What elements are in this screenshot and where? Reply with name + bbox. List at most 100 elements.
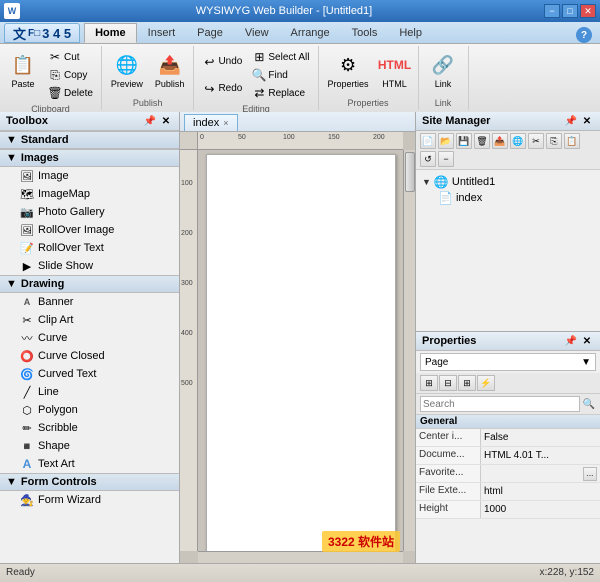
properties-group-label: Properties <box>348 96 389 108</box>
sm-btn-delete[interactable]: 🗑 <box>474 133 490 149</box>
toolbox-item-curve[interactable]: 〰 Curve <box>0 329 179 347</box>
properties-close-icon[interactable]: ✕ <box>580 334 594 348</box>
sm-btn-paste[interactable]: 📋 <box>564 133 580 149</box>
sm-btn-preview[interactable]: 🌐 <box>510 133 526 149</box>
publish-button[interactable]: 📤 Publish <box>150 48 190 93</box>
toolbox-item-form-wizard[interactable]: 🧙 Form Wizard <box>0 491 179 509</box>
props-tb-btn3[interactable]: ⊞ <box>458 375 476 391</box>
canvas-page[interactable] <box>206 154 396 551</box>
toolbox-item-line[interactable]: ╱ Line <box>0 383 179 401</box>
html-button[interactable]: HTML HTML <box>376 48 414 93</box>
toolbox-item-rollover-image[interactable]: 🖼 RollOver Image <box>0 221 179 239</box>
site-tree: ▼ 🌐 Untitled1 📄 index <box>416 170 600 331</box>
sm-btn-open[interactable]: 📂 <box>438 133 454 149</box>
cut-button[interactable]: ✂ Cut <box>44 48 97 66</box>
tab-tools[interactable]: Tools <box>341 23 389 43</box>
sm-btn-cut[interactable]: ✂ <box>528 133 544 149</box>
toolbox-item-photo-gallery[interactable]: 📷 Photo Gallery <box>0 203 179 221</box>
ribbon-group-editing: ↩ Undo ↪ Redo ⊞ Select All 🔍 Find <box>194 46 318 110</box>
props-tb-btn1[interactable]: ⊞ <box>420 375 438 391</box>
help-icon[interactable]: ? <box>576 27 592 43</box>
toolbox-item-slide-show[interactable]: ▶ Slide Show <box>0 257 179 275</box>
sm-btn-save[interactable]: 💾 <box>456 133 472 149</box>
ruler-num-v-100: 100 <box>181 180 193 187</box>
toolbox-category-drawing[interactable]: ▼ Drawing <box>0 275 179 293</box>
toolbox-item-rollover-text[interactable]: 📝 RollOver Text <box>0 239 179 257</box>
replace-button[interactable]: ⇄ Replace <box>248 84 313 102</box>
toolbox-item-shape[interactable]: ◾ Shape <box>0 437 179 455</box>
canvas-scroll-area[interactable] <box>198 150 403 551</box>
toolbox-item-polygon[interactable]: ⬡ Polygon <box>0 401 179 419</box>
toolbox-item-image[interactable]: 🖼 Image <box>0 167 179 185</box>
tab-view[interactable]: View <box>234 23 280 43</box>
properties-page-dropdown[interactable]: Page ▼ <box>420 353 596 371</box>
properties-pin-icon[interactable]: 📌 <box>564 334 578 348</box>
copy-button[interactable]: ⎘ Copy <box>44 66 97 84</box>
toolbox-item-clip-art[interactable]: ✂ Clip Art <box>0 311 179 329</box>
undo-button[interactable]: ↩ Undo <box>198 53 246 71</box>
replace-label: Replace <box>268 88 305 99</box>
tab-insert[interactable]: Insert <box>137 23 187 43</box>
rollover-image-icon: 🖼 <box>20 223 34 237</box>
toolbox-item-curve-closed[interactable]: ⭕ Curve Closed <box>0 347 179 365</box>
toolbox-category-images[interactable]: ▼ Images <box>0 149 179 167</box>
scrollbar-horizontal[interactable] <box>198 551 403 563</box>
find-icon: 🔍 <box>252 68 266 82</box>
toolbox-item-banner[interactable]: A Banner <box>0 293 179 311</box>
maximize-button[interactable]: □ <box>562 4 578 18</box>
ribbon-tab-bar: 文 F□ 3 4 5 Home Insert Page View Arrange… <box>0 22 600 44</box>
properties-title: Properties <box>422 335 476 347</box>
toolbox-item-text-art[interactable]: A Text Art <box>0 455 179 473</box>
props-tb-btn2[interactable]: ⊟ <box>439 375 457 391</box>
search-icon[interactable]: 🔍 <box>582 397 596 411</box>
select-all-button[interactable]: ⊞ Select All <box>248 48 313 66</box>
scrollbar-thumb-vertical[interactable] <box>405 152 415 192</box>
item-label: Banner <box>38 296 73 308</box>
sm-btn-new[interactable]: 📄 <box>420 133 436 149</box>
properties-button[interactable]: ⚙ Properties <box>323 48 374 93</box>
minimize-button[interactable]: − <box>544 4 560 18</box>
sm-btn-publish[interactable]: 📤 <box>492 133 508 149</box>
ruler-left: 100 200 300 400 500 <box>180 150 198 551</box>
tab-icons-label: 文 <box>13 24 26 43</box>
tab-page[interactable]: Page <box>186 23 234 43</box>
ribbon-tab-special[interactable]: 文 F□ 3 4 5 <box>4 23 80 43</box>
tab-home[interactable]: Home <box>84 23 137 43</box>
toolbox-item-scribble[interactable]: ✏ Scribble <box>0 419 179 437</box>
toolbox-item-curved-text[interactable]: 🌀 Curved Text <box>0 365 179 383</box>
sm-btn-refresh[interactable]: ↺ <box>420 151 436 167</box>
toolbox-category-form-controls[interactable]: ▼ Form Controls <box>0 473 179 491</box>
scrollbar-vertical[interactable] <box>403 150 415 551</box>
tab-arrange[interactable]: Arrange <box>280 23 341 43</box>
ruler-num-150: 150 <box>328 134 340 141</box>
publish-label: Publish <box>155 79 185 90</box>
preview-button[interactable]: 🌐 Preview <box>106 48 148 93</box>
category-expand-icon: ▼ <box>6 476 17 488</box>
site-manager-title: Site Manager <box>422 115 490 127</box>
favorite-browse-button[interactable]: ... <box>583 467 597 481</box>
sm-btn-copy[interactable]: ⎘ <box>546 133 562 149</box>
link-button[interactable]: 🔗 Link <box>424 48 462 93</box>
editor-tab-index[interactable]: index × <box>184 114 238 131</box>
close-button[interactable]: ✕ <box>580 4 596 18</box>
toolbox-close-icon[interactable]: ✕ <box>159 114 173 128</box>
site-manager-pin-icon[interactable]: 📌 <box>564 114 578 128</box>
toolbox-pin-icon[interactable]: 📌 <box>143 114 157 128</box>
props-tb-btn4[interactable]: ⚡ <box>477 375 495 391</box>
toolbox-category-standard[interactable]: ▼ Standard <box>0 131 179 149</box>
site-manager-close-icon[interactable]: ✕ <box>580 114 594 128</box>
toolbox-item-imagemap[interactable]: 🗺 ImageMap <box>0 185 179 203</box>
ruler-corner <box>180 132 198 150</box>
tree-item-index[interactable]: 📄 index <box>436 190 596 206</box>
redo-button[interactable]: ↪ Redo <box>198 80 246 98</box>
tab-help[interactable]: Help <box>388 23 433 43</box>
tree-item-untitled1[interactable]: ▼ 🌐 Untitled1 <box>420 174 596 190</box>
editor-tab-close-icon[interactable]: × <box>223 118 228 128</box>
find-button[interactable]: 🔍 Find <box>248 66 313 84</box>
properties-search-input[interactable] <box>420 396 580 412</box>
ruler-left-content: 100 200 300 400 500 <box>180 150 197 551</box>
sm-btn-collapse[interactable]: − <box>438 151 454 167</box>
prop-key-doctype: Docume... <box>416 447 481 464</box>
paste-button[interactable]: 📋 Paste <box>4 48 42 93</box>
delete-button[interactable]: 🗑 Delete <box>44 84 97 102</box>
